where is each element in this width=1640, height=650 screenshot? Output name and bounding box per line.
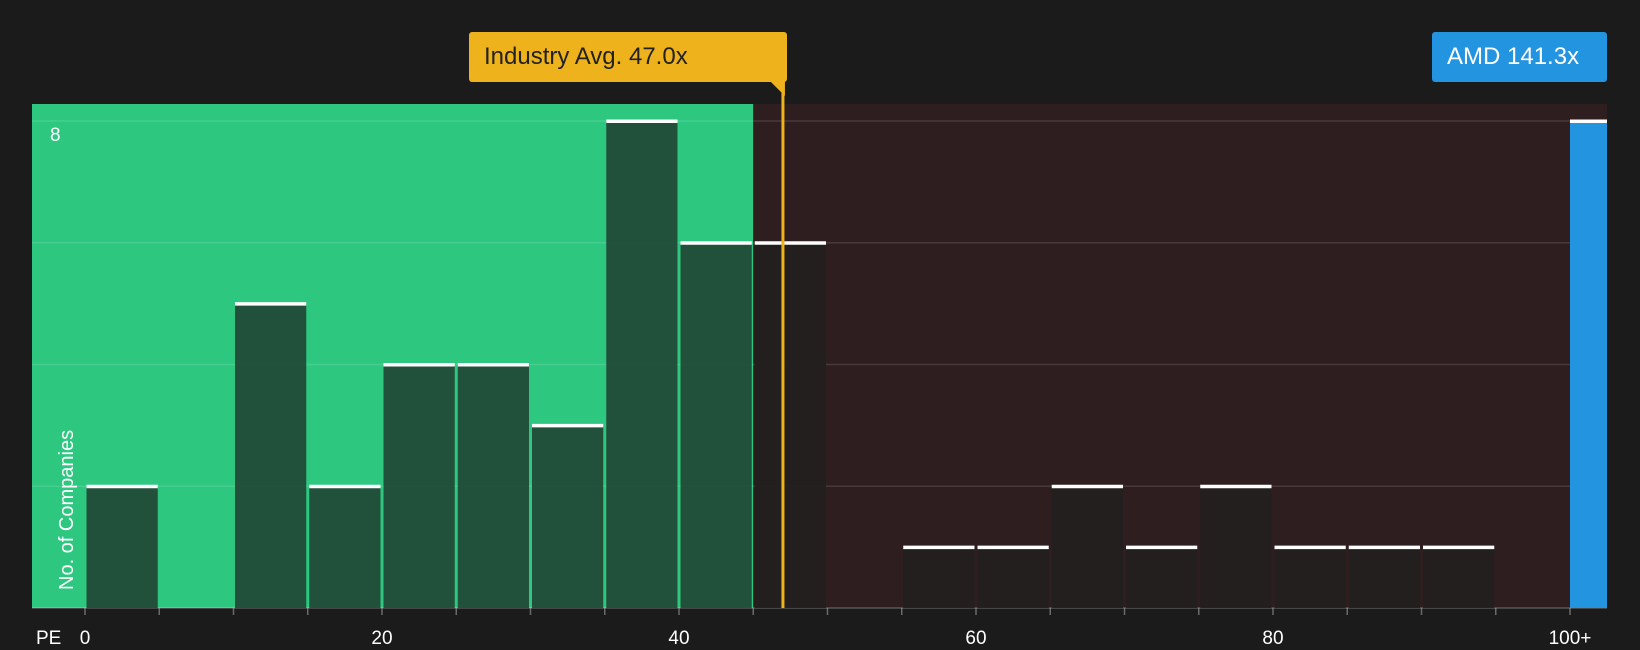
bar-cap-45 [754, 241, 826, 245]
y-axis-title: No. of Companies [56, 429, 78, 590]
histogram-bar-15 [309, 486, 381, 608]
histogram-bar-90 [1423, 547, 1495, 608]
x-tick-label-80: 80 [1262, 628, 1284, 649]
bar-cap-70 [1126, 545, 1198, 550]
x-tick-label-100plus: 100+ [1548, 628, 1592, 649]
company-pe-value: 141.3x [1507, 43, 1580, 70]
bar-cap-80 [1274, 545, 1346, 550]
bar-cap-55 [903, 545, 975, 550]
x-tick-label-60: 60 [965, 628, 987, 649]
bar-cap-75 [1200, 484, 1272, 489]
company-pe-callout: AMD 141.3x [1432, 32, 1607, 82]
industry-average-label: Industry Avg. [484, 43, 623, 70]
company-bar-cap [1570, 119, 1607, 123]
bar-cap-85 [1348, 545, 1420, 550]
histogram-bar-45 [754, 242, 826, 608]
bar-cap-25 [457, 363, 529, 367]
x-tick-label-20: 20 [371, 628, 393, 649]
x-tick-label-40: 40 [668, 628, 690, 649]
histogram-bar-55 [903, 547, 975, 608]
histogram-bar-70 [1126, 547, 1198, 608]
x-axis-title: PE [36, 628, 62, 649]
bar-cap-60 [977, 545, 1049, 550]
x-tick-label-0: 0 [79, 628, 91, 649]
histogram-bar-20 [383, 364, 455, 608]
histogram-bar-35 [606, 121, 678, 608]
bar-cap-20 [383, 363, 455, 367]
histogram-bar-75 [1200, 486, 1272, 608]
histogram-bar-60 [977, 547, 1049, 608]
histogram-bar-0 [86, 486, 158, 608]
bar-cap-40 [680, 241, 752, 245]
histogram-bar-10 [235, 303, 307, 608]
overvalued-zone [753, 104, 1607, 608]
bar-cap-10 [235, 302, 307, 306]
company-ticker: AMD [1447, 43, 1501, 70]
company-bar-100plus [1570, 121, 1607, 608]
histogram-bar-25 [457, 364, 529, 608]
industry-average-value: 47.0x [628, 43, 688, 70]
y-axis-max-label: 8 [50, 125, 61, 146]
histogram-bar-80 [1274, 547, 1346, 608]
histogram-bar-40 [680, 242, 752, 608]
pe-histogram-chart [32, 78, 1607, 615]
bar-cap-90 [1423, 545, 1495, 550]
bar-cap-15 [309, 484, 381, 489]
bar-cap-35 [606, 119, 678, 123]
bar-cap-0 [86, 484, 158, 489]
histogram-bar-85 [1348, 547, 1420, 608]
bar-cap-30 [532, 423, 604, 428]
bar-cap-65 [1051, 484, 1123, 489]
histogram-bar-30 [532, 425, 604, 608]
histogram-bar-65 [1051, 486, 1123, 608]
industry-average-callout: Industry Avg. 47.0x [469, 32, 787, 82]
